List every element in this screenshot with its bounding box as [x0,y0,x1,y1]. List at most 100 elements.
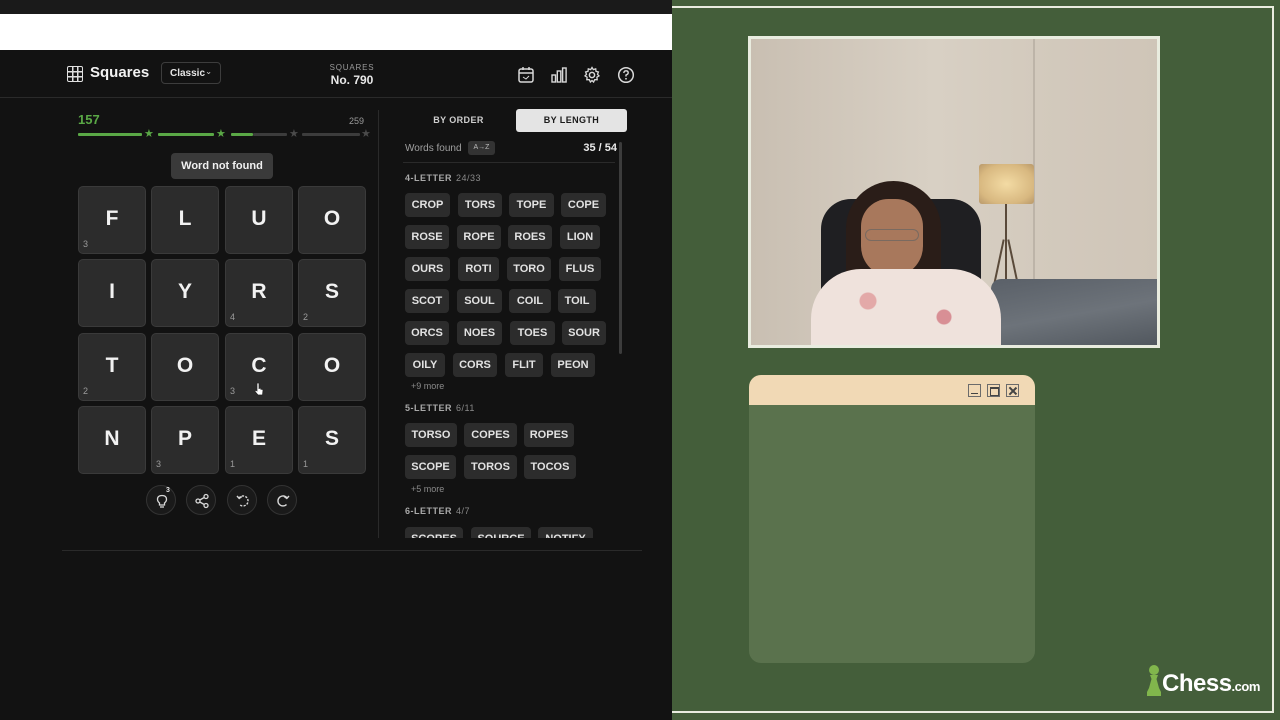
sort-button[interactable]: A→Z [468,141,495,155]
progress-segment [78,133,142,136]
words-found-count: 35 / 54 [583,142,617,154]
frame-border-right [1272,6,1274,713]
word-chip[interactable]: TORO [507,257,551,281]
word-chip[interactable]: TORSO [405,423,457,447]
star-icon: ★ [144,128,154,140]
progress-track [302,133,360,136]
mouse-pointer-icon [254,382,264,396]
letter-tile[interactable]: N [78,406,146,474]
word-chip[interactable]: SCOT [405,289,449,313]
empty-overlay-window [749,375,1035,663]
letter-tile[interactable]: I [78,259,146,327]
squares-logo-icon[interactable] [67,66,83,82]
section-title: 5-LETTER 6/11 [405,403,475,413]
word-chip[interactable]: SCOPE [405,455,456,479]
stats-icon[interactable] [550,66,568,84]
browser-strip [0,0,672,14]
squares-game-panel: Squares Classic ⌄ SQUARES No. 790 157 25… [0,0,672,720]
letter-tile[interactable]: Y [151,259,219,327]
browser-top-area [0,0,672,50]
word-chip[interactable]: ORCS [405,321,449,345]
toast-message: Word not found [171,153,273,179]
mode-dropdown-label: Classic [170,68,206,79]
word-chip[interactable]: ROPE [457,225,501,249]
word-chip[interactable]: SOUR [562,321,606,345]
word-chip[interactable]: CORS [453,353,497,377]
word-chip[interactable]: COPE [561,193,606,217]
word-chip[interactable]: LION [560,225,600,249]
puzzle-label: SQUARES [329,63,375,72]
letter-tile[interactable]: S1 [298,406,366,474]
word-chip[interactable]: COPES [464,423,517,447]
close-icon [1006,384,1019,397]
minimize-icon [968,384,981,397]
current-score: 157 [78,112,100,127]
progress-segment [158,133,214,136]
list-separator [403,162,615,163]
word-chip[interactable]: SOURCE [471,527,531,538]
help-icon[interactable] [617,66,635,84]
letter-tile[interactable]: R4 [225,259,293,327]
letter-tile[interactable]: O [298,333,366,401]
mode-dropdown[interactable]: Classic ⌄ [161,62,221,84]
puzzle-number: No. 790 [330,73,374,87]
letter-tile[interactable]: S2 [298,259,366,327]
letter-tile[interactable]: P3 [151,406,219,474]
word-chip[interactable]: NOTIFY [538,527,593,538]
lamp [979,164,1034,204]
word-chip[interactable]: TOPE [509,193,554,217]
hint-button[interactable] [146,485,176,515]
word-chip[interactable]: COIL [509,289,551,313]
word-chip[interactable]: ROTI [458,257,499,281]
star-icon: ★ [289,128,299,140]
bottom-divider [62,550,642,551]
letter-tile[interactable]: T2 [78,333,146,401]
gear-icon[interactable] [583,66,601,84]
word-chip[interactable]: CROP [405,193,450,217]
word-chip[interactable]: ROSE [405,225,449,249]
more-words-link[interactable]: +5 more [411,484,444,494]
word-chip[interactable]: FLIT [505,353,543,377]
scrollbar[interactable] [619,142,622,354]
word-list-clip: SCOPES SOURCE NOTIFY [400,520,620,538]
word-chip[interactable]: NOES [457,321,502,345]
tab-by-length[interactable]: BY LENGTH [516,109,627,132]
word-chip[interactable]: OURS [405,257,450,281]
share-button[interactable] [186,485,216,515]
window-title-bar [749,375,1035,405]
section-title: 6-LETTER 4/7 [405,506,471,516]
letter-tile[interactable]: E1 [225,406,293,474]
frame-border-bottom [672,711,1274,713]
word-chip[interactable]: TOIL [558,289,596,313]
reset-button[interactable] [227,485,257,515]
more-words-link[interactable]: +9 more [411,381,444,391]
word-chip[interactable]: PEON [551,353,595,377]
word-chip[interactable]: TOES [510,321,555,345]
star-icon: ★ [216,128,226,140]
progress-segment [231,133,253,136]
letter-tile[interactable]: O [298,186,366,254]
word-chip[interactable]: SCOPES [405,527,463,538]
word-chip[interactable]: TORS [458,193,502,217]
word-chip[interactable]: ROES [508,225,552,249]
word-chip[interactable]: OILY [405,353,445,377]
panel-divider [378,110,379,538]
tab-by-order[interactable]: BY ORDER [403,109,514,132]
app-title[interactable]: Squares [90,64,149,81]
section-title: 4-LETTER 24/33 [405,173,482,183]
calendar-icon[interactable] [517,66,535,84]
word-chip[interactable]: TOROS [464,455,517,479]
word-chip[interactable]: TOCOS [524,455,576,479]
word-chip[interactable]: SOUL [457,289,502,313]
progress-track [253,133,287,136]
word-chip[interactable]: FLUS [559,257,601,281]
lightbulb-icon [156,494,168,508]
frame-border-top [672,6,1274,8]
letter-tile[interactable]: U [225,186,293,254]
letter-tile[interactable]: F3 [78,186,146,254]
word-chip[interactable]: ROPES [524,423,574,447]
letter-tile[interactable]: L [151,186,219,254]
game-header: Squares Classic ⌄ SQUARES No. 790 [0,50,672,98]
rotate-button[interactable] [267,485,297,515]
letter-tile[interactable]: O [151,333,219,401]
